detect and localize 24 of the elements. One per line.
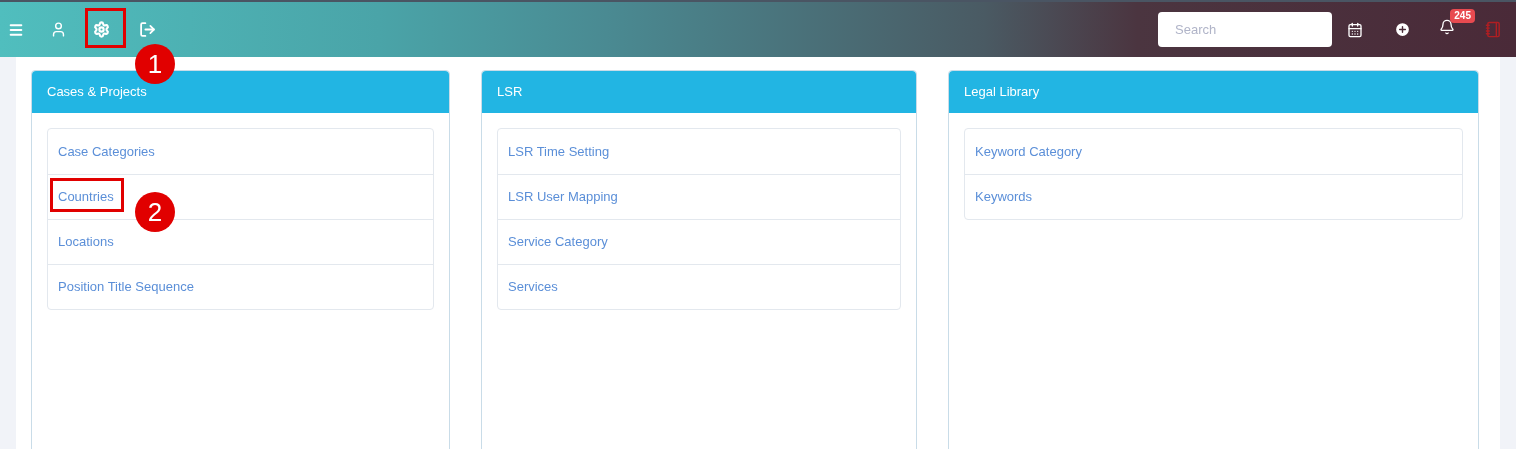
- list-link[interactable]: Keyword Category: [975, 141, 1082, 162]
- notebook-icon[interactable]: [1485, 21, 1502, 38]
- list-link[interactable]: LSR User Mapping: [508, 187, 618, 207]
- panel-title: Legal Library: [964, 83, 1040, 102]
- list-link[interactable]: Countries: [58, 187, 114, 207]
- logout-icon[interactable]: [139, 21, 156, 38]
- panel-title: Cases & Projects: [47, 83, 147, 102]
- search-field[interactable]: Search: [1158, 12, 1332, 47]
- add-icon[interactable]: [1394, 21, 1411, 38]
- menu-icon[interactable]: [8, 21, 24, 38]
- list-link[interactable]: Service Category: [508, 232, 608, 252]
- bell-icon[interactable]: [1439, 18, 1455, 35]
- list-link[interactable]: Locations: [58, 232, 114, 252]
- panel-title: LSR: [497, 83, 523, 102]
- list-link[interactable]: LSR Time Setting: [508, 141, 610, 162]
- calendar-icon[interactable]: [1347, 21, 1363, 38]
- highlight-frame: [85, 8, 126, 48]
- list-link[interactable]: Keywords: [975, 187, 1033, 207]
- list-link[interactable]: Case Categories: [58, 141, 155, 162]
- settings-icon[interactable]: [93, 21, 110, 38]
- list-link[interactable]: Position Title Sequence: [58, 277, 194, 297]
- list-link[interactable]: Services: [508, 277, 558, 297]
- user-icon[interactable]: [50, 21, 67, 38]
- notification-badge: 245: [1450, 8, 1475, 23]
